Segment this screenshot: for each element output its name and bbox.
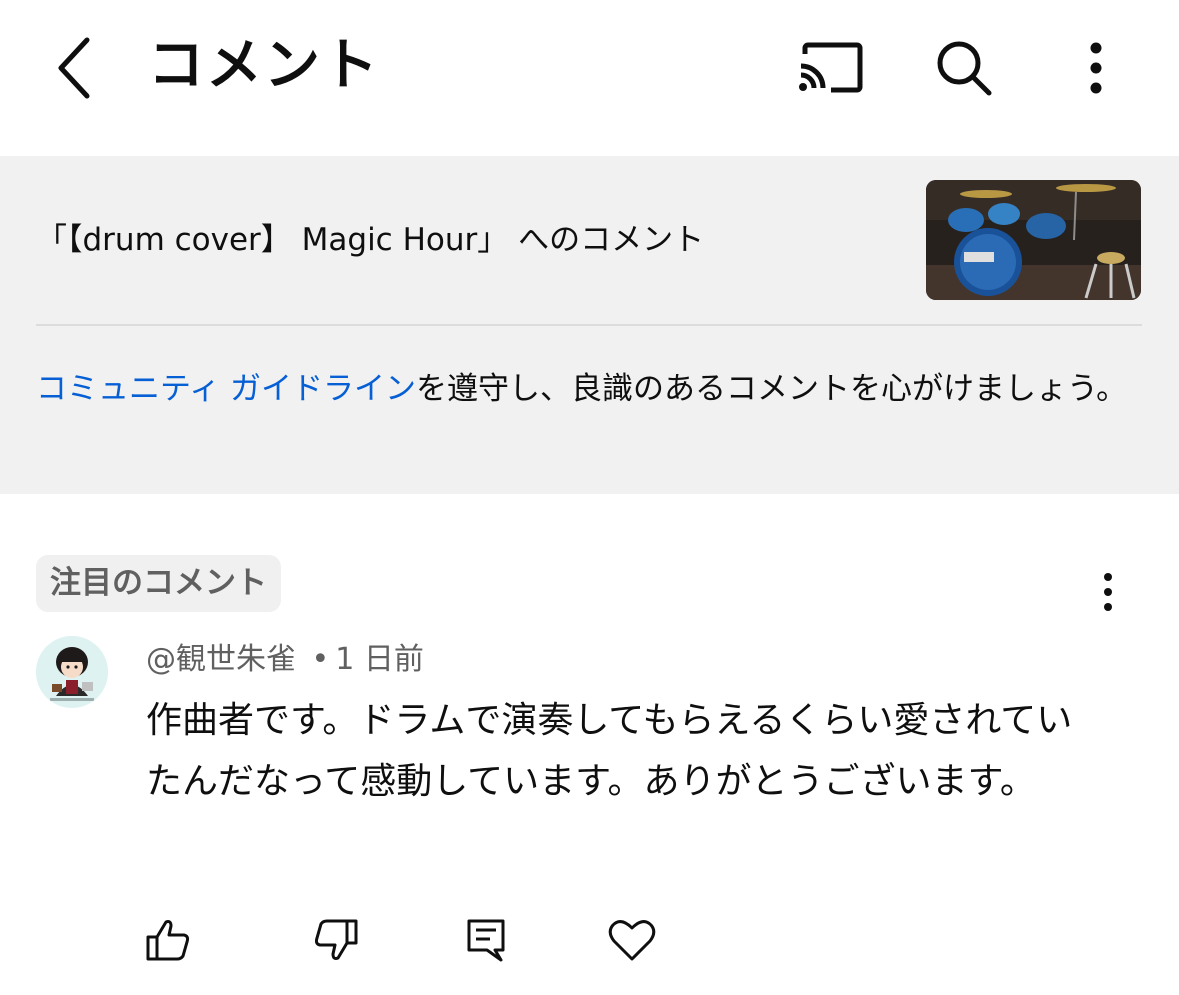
author-avatar-image bbox=[36, 636, 108, 708]
comment-meta: @観世朱雀 • 1 日前 bbox=[146, 638, 424, 682]
drum-kit-thumbnail-image bbox=[926, 180, 1141, 300]
heart-button[interactable] bbox=[602, 910, 662, 970]
more-vertical-icon bbox=[1104, 573, 1112, 611]
meta-separator: • bbox=[311, 642, 330, 677]
video-thumbnail[interactable] bbox=[926, 180, 1141, 300]
search-icon bbox=[937, 41, 992, 96]
chevron-left-icon bbox=[58, 37, 90, 99]
highlighted-comment-badge: 注目のコメント bbox=[36, 555, 281, 612]
comment-more-button[interactable] bbox=[1086, 570, 1130, 614]
app-header: コメント bbox=[0, 0, 1179, 135]
page-title: コメント bbox=[148, 33, 380, 98]
comment-author[interactable]: @観世朱雀 bbox=[146, 642, 296, 677]
avatar[interactable] bbox=[36, 636, 108, 708]
divider bbox=[36, 324, 1142, 326]
search-button[interactable] bbox=[922, 30, 1006, 106]
guideline-message: を遵守し、良識のあるコメントを心がけましょう。 bbox=[416, 371, 1128, 407]
comment-text: 作曲者です。ドラムで演奏してもらえるくらい愛されていたんだなって感動しています。… bbox=[146, 700, 1073, 802]
more-options-button[interactable] bbox=[1070, 30, 1122, 106]
comment-icon bbox=[467, 919, 505, 962]
comment-timestamp: 1 日前 bbox=[335, 642, 424, 677]
guideline-notice: コミュニティ ガイドラインを遵守し、良識のあるコメントを心がけましょう。 bbox=[36, 362, 1136, 416]
back-button[interactable] bbox=[40, 28, 110, 108]
like-button[interactable] bbox=[138, 910, 198, 970]
dislike-button[interactable] bbox=[306, 910, 366, 970]
heart-icon bbox=[608, 920, 656, 961]
thumbs-up-icon bbox=[146, 920, 190, 961]
video-info-panel: 「【drum cover】 Magic Hour」 へのコメント コミュニティ … bbox=[0, 156, 1179, 494]
reply-button[interactable] bbox=[456, 910, 516, 970]
cast-icon bbox=[799, 42, 863, 93]
cast-button[interactable] bbox=[790, 30, 870, 106]
more-vertical-icon bbox=[1090, 42, 1102, 94]
community-guidelines-link[interactable]: コミュニティ ガイドライン bbox=[36, 371, 416, 407]
thumbs-down-icon bbox=[314, 919, 358, 960]
video-title: 「【drum cover】 Magic Hour」 へのコメント bbox=[36, 222, 705, 258]
